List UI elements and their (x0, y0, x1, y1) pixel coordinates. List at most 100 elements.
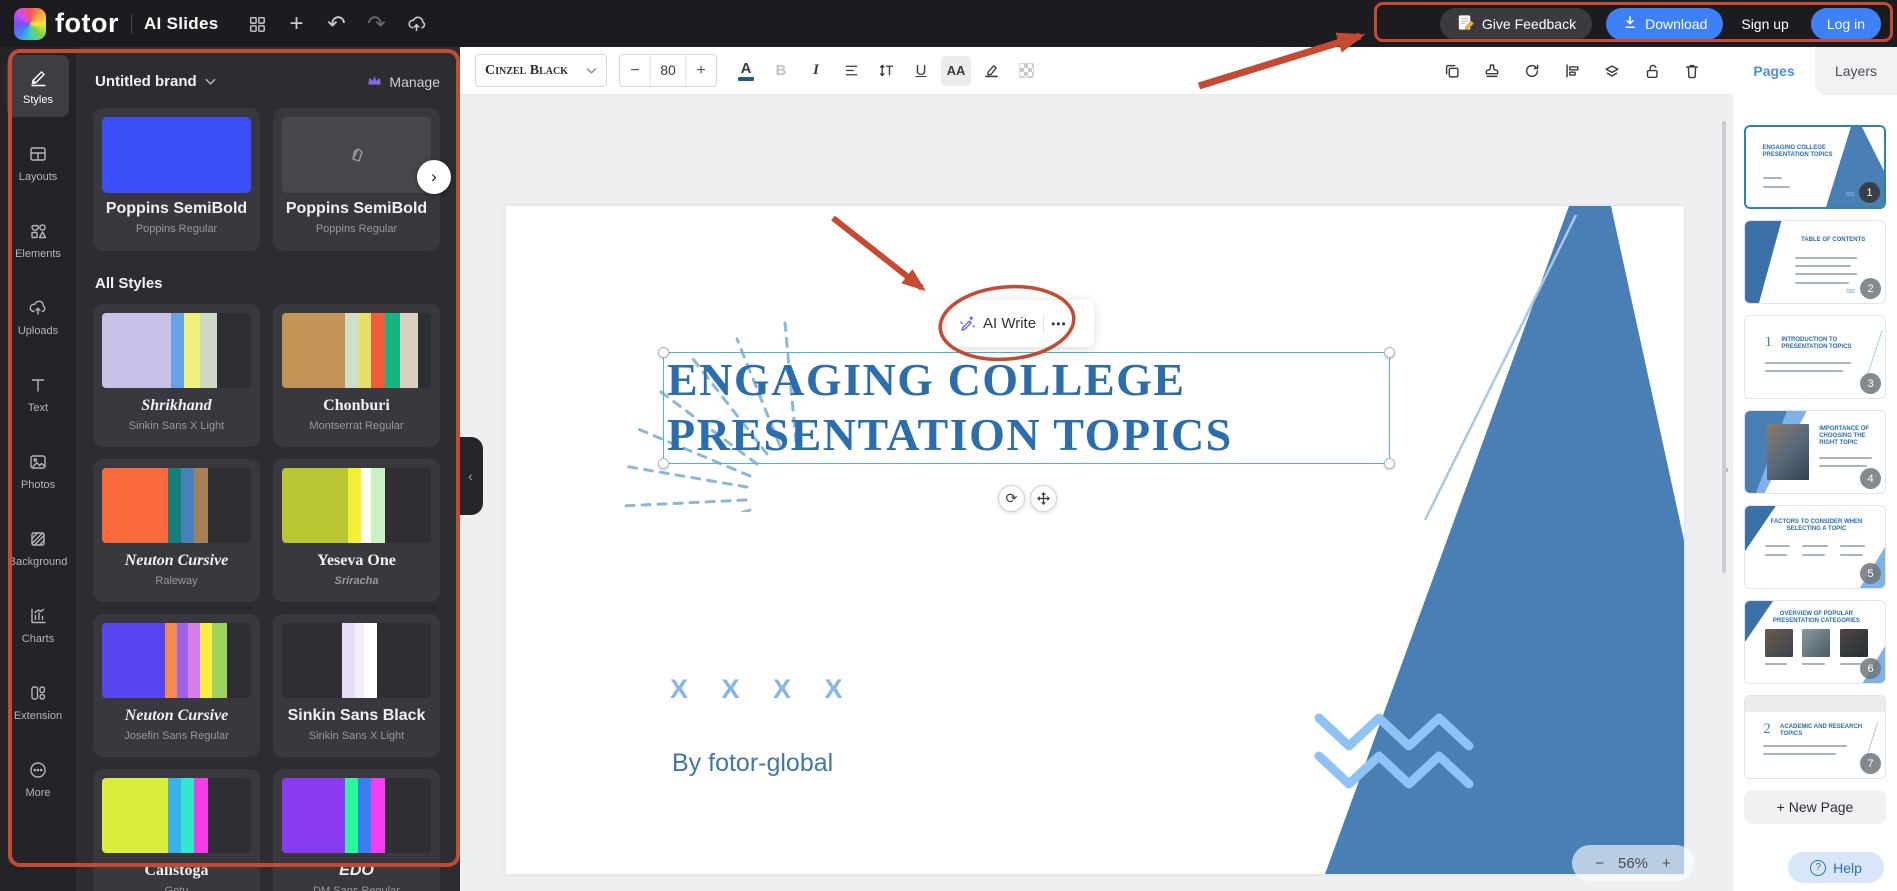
page-number-badge: 2 (1860, 278, 1881, 299)
rotate-handle[interactable]: ⟳ (998, 485, 1025, 512)
sidebar-item-more[interactable]: More (7, 748, 69, 810)
font-size-decrease-button[interactable]: − (620, 62, 650, 80)
sidebar-item-layouts[interactable]: Layouts (7, 132, 69, 194)
chevron-down-icon[interactable] (205, 75, 216, 89)
zoom-out-button[interactable]: − (1595, 855, 1604, 872)
page-thumbnail-2[interactable]: TABLE OF CONTENTS ≈≈ 2 (1744, 220, 1886, 304)
page-thumbnail-7[interactable]: 2 ACADEMIC AND RESEARCH TOPICS 7 (1744, 695, 1886, 779)
more-options-button[interactable]: ••• (1051, 317, 1067, 331)
sidebar-item-charts[interactable]: Charts (7, 594, 69, 656)
font-family-select[interactable]: Cinzel Black (475, 54, 607, 87)
bold-button[interactable]: B (766, 56, 796, 86)
page-number-badge: 1 (1859, 182, 1880, 203)
align-button[interactable] (836, 56, 866, 86)
style-card[interactable]: Sinkin Sans Black Sinkin Sans X Light (273, 614, 440, 757)
object-toolbar (1437, 47, 1707, 94)
templates-grid-icon[interactable] (237, 4, 277, 44)
sign-up-link[interactable]: Sign up (1741, 16, 1788, 32)
underline-button[interactable]: U (906, 56, 936, 86)
vertical-scrollbar[interactable] (1722, 121, 1726, 573)
highlight-button[interactable] (976, 56, 1006, 86)
pages-panel: Pages Layers ENGAGING COLLEGE PRESENTATI… (1733, 47, 1897, 891)
panel-tabs: Pages Layers (1733, 47, 1897, 95)
page-thumbnails: ENGAGING COLLEGE PRESENTATION TOPICS ≈≈ … (1744, 125, 1886, 824)
cloud-sync-icon[interactable] (397, 4, 437, 44)
style-card[interactable]: Shrikhand Sinkin Sans X Light (93, 304, 260, 447)
manage-button[interactable]: Manage (366, 73, 440, 90)
style-card[interactable]: Neuton Cursive Raleway (93, 459, 260, 602)
slide-marks-text[interactable]: X X X X (670, 674, 856, 705)
transparency-button[interactable] (1011, 56, 1041, 86)
style-card[interactable]: Chonburi Montserrat Regular (273, 304, 440, 447)
style-card[interactable]: Yeseva One Sriracha (273, 459, 440, 602)
move-icon (1036, 491, 1051, 506)
tab-layers[interactable]: Layers (1815, 47, 1897, 95)
align-objects-button[interactable] (1557, 56, 1587, 86)
letter-case-button[interactable]: AA (941, 56, 971, 86)
layers-button[interactable] (1597, 56, 1627, 86)
add-icon[interactable]: + (277, 4, 317, 44)
brand-style-card[interactable]: Poppins SemiBold Poppins Regular (93, 108, 260, 251)
brand-name-dropdown[interactable]: Untitled brand (95, 73, 197, 90)
thumb-wave-icon: ≈≈ (1846, 189, 1854, 199)
page-thumbnail-3[interactable]: 1 INTRODUCTION TO PRESENTATION TOPICS 3 (1744, 315, 1886, 399)
style-card[interactable]: Calistoga Gotu (93, 769, 260, 891)
style-card[interactable]: EDO DM Sans Regular (273, 769, 440, 891)
page-thumbnail-5[interactable]: FACTORS TO CONSIDER WHEN SELECTING A TOP… (1744, 505, 1886, 589)
question-icon: ? (1810, 860, 1826, 876)
thumb-wave-icon: ≈≈ (1846, 286, 1854, 296)
sidebar-item-background[interactable]: Background (7, 517, 69, 579)
feedback-doc-pencil-icon (1456, 13, 1475, 35)
font-size-increase-button[interactable]: + (686, 62, 716, 80)
sidebar-item-extension[interactable]: Extension (7, 671, 69, 733)
sidebar-item-photos[interactable]: Photos (7, 440, 69, 502)
resize-handle[interactable] (1384, 347, 1395, 358)
duplicate-button[interactable] (1437, 56, 1467, 86)
font-color-button[interactable]: A (731, 56, 761, 86)
resize-handle[interactable] (1384, 458, 1395, 469)
tab-pages[interactable]: Pages (1733, 47, 1815, 95)
prism-icon (345, 143, 369, 167)
move-handle[interactable] (1030, 485, 1057, 512)
brand-cards-next-button[interactable]: › (417, 160, 451, 194)
all-styles-heading: All Styles (76, 251, 460, 292)
line-height-button[interactable] (871, 56, 901, 86)
slide[interactable]: ENGAGING COLLEGE PRESENTATION TOPICS ⟳ A… (506, 206, 1684, 874)
log-in-button[interactable]: Log in (1811, 8, 1881, 40)
sidebar-item-elements[interactable]: Elements (7, 209, 69, 271)
font-size-value[interactable]: 80 (650, 55, 686, 86)
fotor-logo-icon[interactable] (14, 8, 46, 40)
checkerboard-icon (1019, 63, 1034, 78)
sidebar-item-uploads[interactable]: Uploads (7, 286, 69, 348)
redo-icon[interactable]: ↷ (357, 4, 397, 44)
selection-box[interactable] (663, 352, 1390, 464)
slide-byline-text[interactable]: By fotor-global (672, 749, 833, 778)
style-card[interactable]: Neuton Cursive Josefin Sans Regular (93, 614, 260, 757)
brand-style-card[interactable]: Poppins SemiBold Poppins Regular (273, 108, 440, 251)
page-thumbnail-4[interactable]: IMPORTANCE OF CHOOSING THE RIGHT TOPIC 4 (1744, 410, 1886, 494)
zoom-in-button[interactable]: + (1662, 855, 1671, 872)
give-feedback-button[interactable]: Give Feedback (1440, 8, 1592, 40)
new-page-button[interactable]: + New Page (1744, 790, 1886, 824)
help-button[interactable]: ? Help (1788, 852, 1884, 883)
format-painter-button[interactable] (1477, 56, 1507, 86)
resize-handle[interactable] (658, 458, 669, 469)
extension-icon (28, 683, 48, 706)
undo-icon[interactable]: ↶ (317, 4, 357, 44)
resize-handle[interactable] (658, 347, 669, 358)
ai-write-button[interactable]: AI Write ••• (947, 300, 1094, 347)
fotor-logo-text[interactable]: fotor (55, 8, 119, 39)
sidebar-item-text[interactable]: Text (7, 363, 69, 425)
lock-button[interactable] (1637, 56, 1667, 86)
italic-button[interactable]: I (801, 56, 831, 86)
sidebar-item-styles[interactable]: Styles (7, 55, 69, 117)
brand-color-swatch (102, 117, 251, 193)
wave-zigzag-decor (1311, 704, 1486, 814)
download-button[interactable]: Download (1606, 8, 1723, 40)
login-label: Log in (1827, 16, 1865, 32)
page-thumbnail-1[interactable]: ENGAGING COLLEGE PRESENTATION TOPICS ≈≈ … (1744, 125, 1886, 209)
panel-collapse-handle[interactable]: ‹ (458, 437, 483, 515)
redo-rotate-button[interactable] (1517, 56, 1547, 86)
page-thumbnail-6[interactable]: OVERVIEW OF POPULAR PRESENTATION CATEGOR… (1744, 600, 1886, 684)
delete-button[interactable] (1677, 56, 1707, 86)
